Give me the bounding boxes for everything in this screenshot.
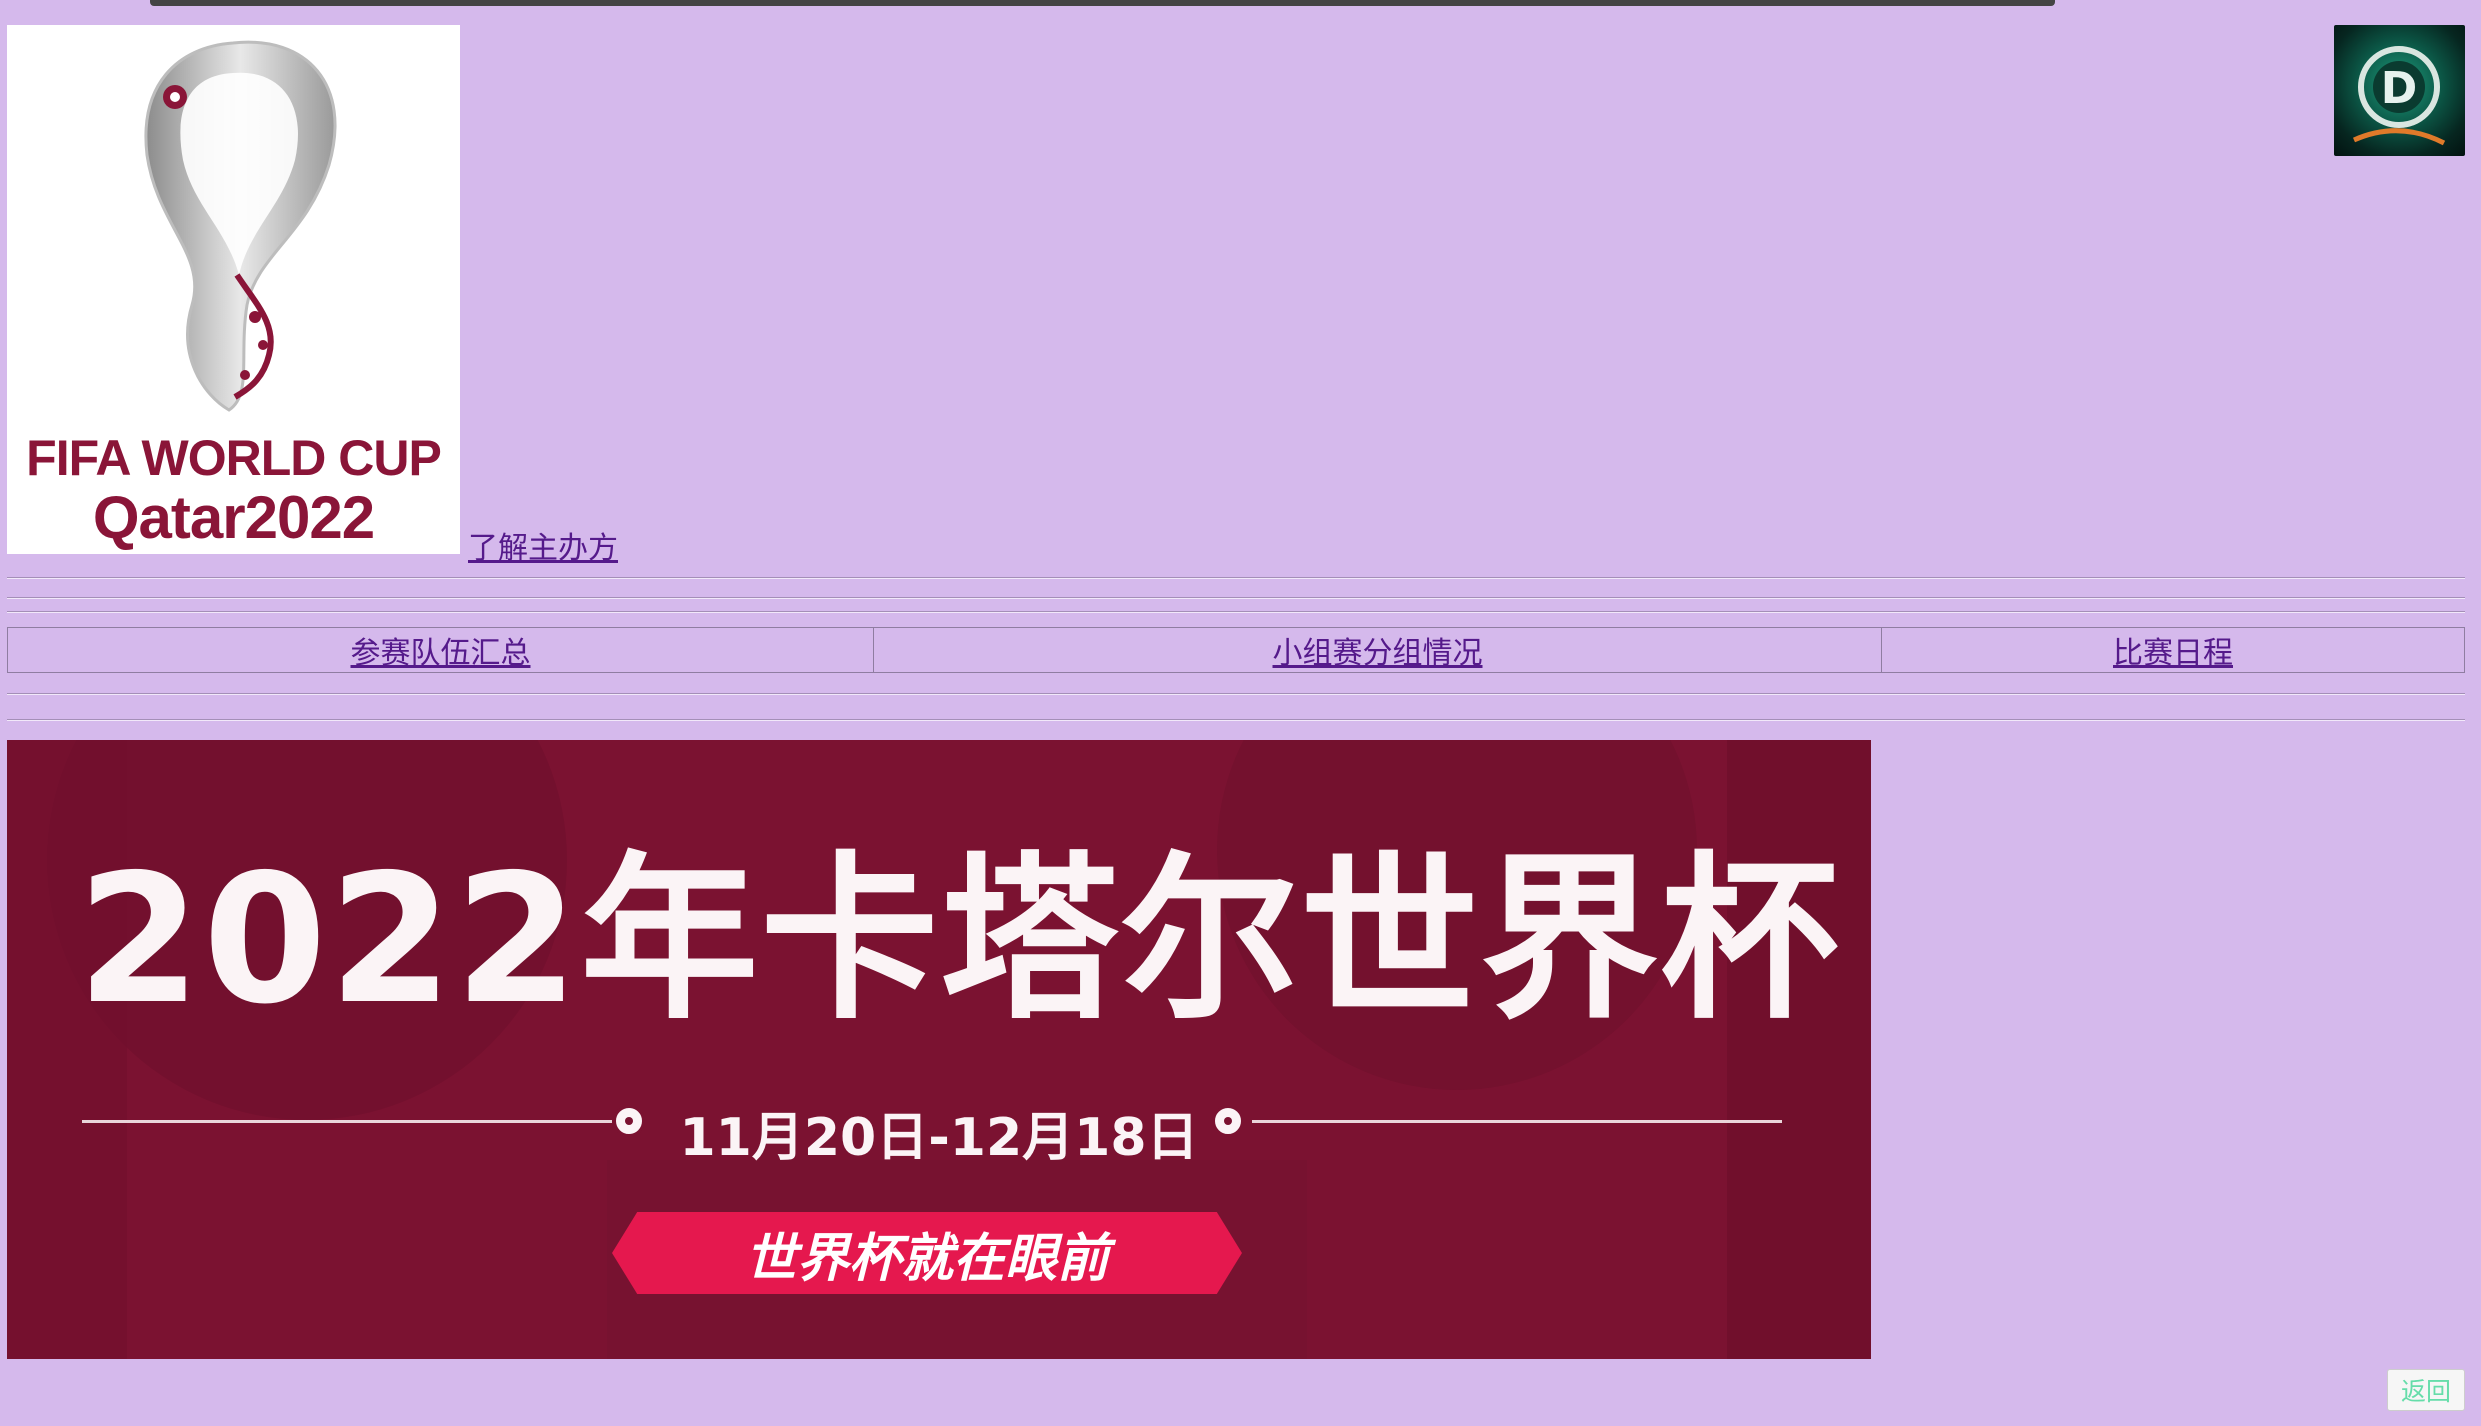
logo-title: FIFA WORLD CUP — [26, 430, 442, 486]
browser-chrome-strip — [150, 0, 2055, 6]
app-badge-icon[interactable]: D — [2334, 25, 2465, 156]
divider — [7, 719, 2465, 721]
banner-dates: 11月20日-12月18日 — [679, 1108, 1199, 1168]
divider — [7, 611, 2465, 613]
world-cup-banner: 2022年卡塔尔世界杯 11月20日-12月18日 世界杯就在眼前 — [7, 740, 1871, 1359]
main-nav: 参赛队伍汇总 小组赛分组情况 比赛日程 — [7, 627, 2465, 673]
nav-cell-schedule: 比赛日程 — [1882, 628, 2464, 672]
banner-slogan: 世界杯就在眼前 — [744, 1227, 1109, 1289]
divider — [7, 693, 2465, 695]
back-button[interactable]: 返回 — [2387, 1369, 2465, 1411]
nav-link-schedule[interactable]: 比赛日程 — [2113, 628, 2233, 672]
banner-rule-right — [1252, 1120, 1782, 1123]
badge-emblem-icon: D — [2352, 46, 2446, 146]
football-icon — [1212, 1105, 1244, 1137]
nav-link-groups[interactable]: 小组赛分组情况 — [1273, 628, 1483, 672]
nav-cell-groups: 小组赛分组情况 — [874, 628, 1882, 672]
divider — [7, 577, 2465, 579]
nav-cell-teams: 参赛队伍汇总 — [8, 628, 874, 672]
banner-title: 2022年卡塔尔世界杯 — [77, 836, 1841, 1043]
logo-subtitle: Qatar2022 — [92, 484, 375, 551]
svg-text:D: D — [2381, 63, 2418, 114]
divider — [7, 597, 2465, 599]
world-cup-emblem-icon — [144, 40, 337, 412]
fifa-world-cup-logo: FIFA WORLD CUP Qatar2022 — [7, 25, 460, 554]
learn-host-link[interactable]: 了解主办方 — [468, 523, 618, 567]
slogan-ribbon: 世界杯就在眼前 — [612, 1212, 1242, 1294]
browser-top-edge — [0, 0, 2481, 10]
nav-link-teams[interactable]: 参赛队伍汇总 — [351, 628, 531, 672]
